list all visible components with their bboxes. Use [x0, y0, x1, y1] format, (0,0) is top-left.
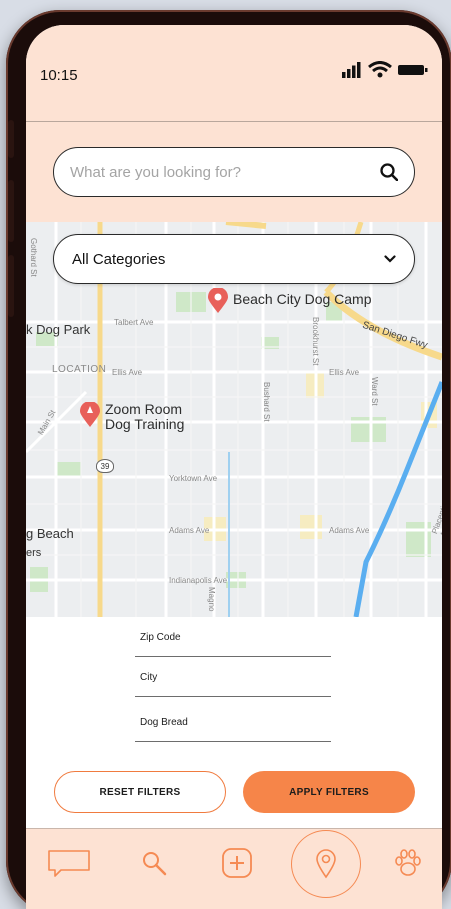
street-label: Yorktown Ave — [169, 474, 218, 483]
status-time: 10:15 — [40, 67, 78, 84]
area-label: LOCATION — [52, 364, 107, 375]
city-label: City — [140, 672, 158, 683]
map-pin-icon — [208, 288, 228, 313]
bottom-nav — [26, 828, 442, 909]
search-input[interactable] — [70, 163, 380, 181]
wifi-icon — [368, 61, 392, 78]
street-label: Gothard St — [29, 238, 38, 277]
map-place-beach-city-dog-camp[interactable]: Beach City Dog Camp — [207, 288, 372, 314]
app-screen: 10:15 What are you looking for? Gothard … — [26, 25, 442, 909]
side-button — [8, 120, 14, 158]
map-view[interactable]: Gothard St Talbert Ave Ellis Ave Ellis A… — [26, 222, 442, 617]
place-name-line: Zoom Room — [105, 401, 183, 417]
side-button — [8, 180, 14, 242]
nav-map-active-ring[interactable] — [291, 830, 361, 898]
map-place-zoom-room[interactable]: Zoom Room Dog Training — [79, 402, 184, 432]
street-label: Indianapolis Ave — [169, 576, 228, 585]
street-label: Ellis Ave — [329, 368, 360, 377]
chevron-down-icon — [384, 255, 396, 263]
signal-icon — [342, 61, 361, 78]
street-label: Talbert Ave — [114, 318, 154, 327]
street-label: Ward St — [370, 377, 379, 406]
street-label: Brookhurst St — [311, 317, 320, 366]
street-label: Bushard St — [262, 382, 271, 422]
street-label: Adams Ave — [169, 526, 210, 535]
nav-search[interactable] — [136, 829, 172, 897]
nav-pets[interactable] — [390, 829, 426, 897]
zip-code-field[interactable]: Zip Code — [135, 619, 331, 657]
street-label: Magno — [207, 587, 216, 612]
search-icon — [143, 852, 167, 876]
area-label: ers — [26, 547, 42, 559]
search-bar[interactable] — [53, 147, 415, 197]
street-label: Ellis Ave — [112, 368, 143, 377]
dog-breed-field[interactable]: Dog Bread — [135, 704, 331, 742]
battery-icon — [398, 64, 428, 75]
nav-chat[interactable] — [46, 829, 92, 897]
street-label: Adams Ave — [329, 526, 370, 535]
category-selected: All Categories — [72, 250, 166, 268]
city-field[interactable]: City — [135, 659, 331, 697]
highway-number: 39 — [100, 461, 110, 471]
dog-breed-label: Dog Bread — [140, 717, 188, 728]
zip-code-label: Zip Code — [140, 632, 181, 643]
area-label: g Beach — [26, 526, 74, 541]
status-icons — [342, 61, 428, 78]
highway-shield: 39 — [96, 459, 114, 473]
category-dropdown[interactable]: All Categories — [53, 234, 415, 284]
map-pin-icon — [316, 849, 336, 879]
filters-panel: Zip Code City Dog Bread RESET FILTERS AP… — [26, 617, 442, 827]
search-area — [26, 122, 442, 222]
status-bar: 10:15 — [26, 25, 442, 122]
reset-filters-button[interactable]: RESET FILTERS — [54, 771, 226, 813]
apply-filters-label: APPLY FILTERS — [289, 786, 369, 798]
place-name: Beach City Dog Camp — [233, 291, 372, 307]
reset-filters-label: RESET FILTERS — [99, 786, 181, 798]
side-button — [8, 255, 14, 317]
chat-icon — [48, 850, 90, 877]
search-icon[interactable] — [380, 163, 398, 181]
place-name-line: Dog Training — [105, 416, 185, 432]
add-icon — [222, 848, 252, 878]
nav-add[interactable] — [219, 829, 255, 897]
map-pin-icon — [80, 402, 100, 427]
paw-icon — [395, 849, 421, 876]
apply-filters-button[interactable]: APPLY FILTERS — [243, 771, 415, 813]
area-label: k Dog Park — [26, 322, 91, 337]
